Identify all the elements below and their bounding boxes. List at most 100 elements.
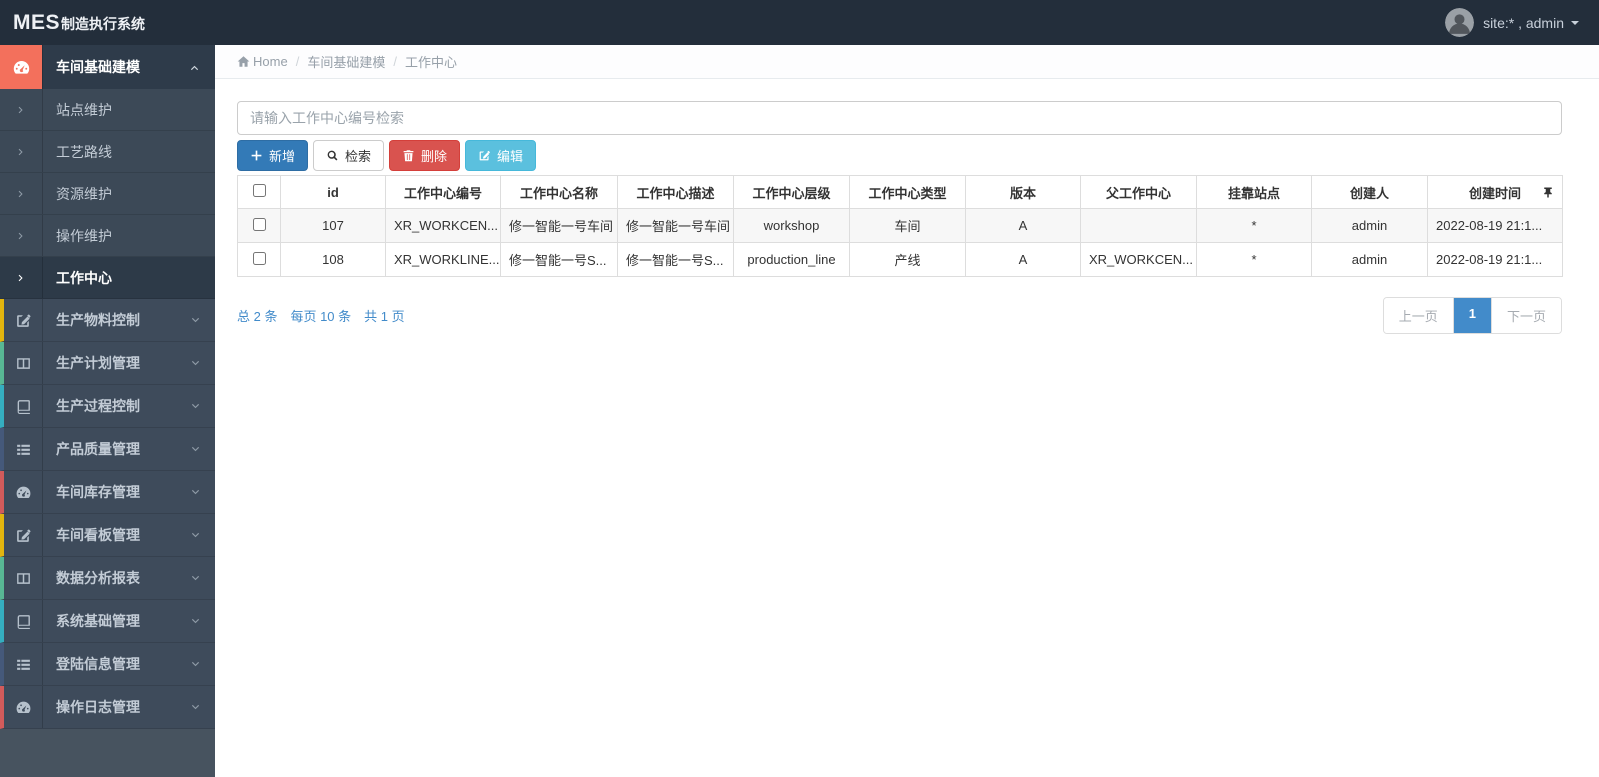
top-navbar: MES 制造执行系统 site:* , admin xyxy=(0,0,1599,45)
sidebar: 车间基础建模 站点维护工艺路线资源维护 操作维护 工作中心 生产物料控制 生产计划管理… xyxy=(0,45,215,777)
sidebar-sections: 生产物料控制 生产计划管理生产过程控制产品质量管理 车间库存管理 车间看板管理 数据分析… xyxy=(0,299,215,729)
add-button[interactable]: 新增 xyxy=(237,140,309,171)
column-header-10[interactable]: 创建时间 xyxy=(1427,175,1563,209)
table-row[interactable]: 107 XR_WORKCEN... 修一智能一号车间 修一智能一号车间 workshop… xyxy=(237,208,1563,243)
cell-版本: A xyxy=(965,242,1081,277)
sidebar-section-label: 操作日志管理 xyxy=(56,699,140,715)
cell-工作中心类型: 产线 xyxy=(849,242,966,277)
cell-id: 108 xyxy=(280,242,386,277)
caret-down-icon xyxy=(1571,20,1579,25)
list-icon xyxy=(4,656,42,673)
column-header-0[interactable]: id xyxy=(280,175,386,209)
column-header-8[interactable]: 挂靠站点 xyxy=(1196,175,1312,209)
chevron-right-icon xyxy=(0,231,42,241)
cell-创建时间: 2022-08-19 21:1... xyxy=(1427,242,1563,277)
breadcrumb-separator: / xyxy=(295,54,300,69)
sidebar-section-1[interactable]: 生产计划管理 xyxy=(0,342,215,385)
sidebar-subitem-1[interactable]: 工艺路线 xyxy=(0,131,215,173)
sidebar-section-label: 登陆信息管理 xyxy=(56,656,140,672)
sidebar-section-6[interactable]: 数据分析报表 xyxy=(0,557,215,600)
breadcrumb-work-center[interactable]: 工作中心 xyxy=(405,52,457,71)
sidebar-section-5[interactable]: 车间看板管理 xyxy=(0,514,215,557)
user-menu[interactable]: site:* , admin xyxy=(1445,8,1579,37)
cell-工作中心名称: 修一智能一号S... xyxy=(500,242,618,277)
edit-icon xyxy=(4,312,42,329)
prev-page-button[interactable]: 上一页 xyxy=(1383,298,1454,333)
edit-button[interactable]: 编辑 xyxy=(465,140,537,171)
cell-工作中心描述: 修一智能一号S... xyxy=(617,242,734,277)
sidebar-subitem-label: 工艺路线 xyxy=(56,143,112,160)
trash-icon xyxy=(403,150,414,162)
page-1-button[interactable]: 1 xyxy=(1453,298,1492,333)
summary-total[interactable]: 总 2 条 xyxy=(237,306,277,325)
cell-父工作中心 xyxy=(1080,208,1197,243)
sidebar-section-label: 车间库存管理 xyxy=(56,484,140,500)
sidebar-section-3[interactable]: 产品质量管理 xyxy=(0,428,215,471)
cell-工作中心编号: XR_WORKLINE... xyxy=(385,242,501,277)
sidebar-section-label: 系统基础管理 xyxy=(56,613,140,629)
column-header-5[interactable]: 工作中心类型 xyxy=(849,175,966,209)
chevron-down-icon xyxy=(190,530,201,541)
chevron-down-icon xyxy=(190,487,201,498)
sidebar-item-workshop-modeling[interactable]: 车间基础建模 xyxy=(0,45,215,89)
search-button-label: 检索 xyxy=(345,149,372,164)
column-header-7[interactable]: 父工作中心 xyxy=(1080,175,1197,209)
sidebar-subitem-label: 站点维护 xyxy=(56,101,112,118)
row-checkbox[interactable] xyxy=(252,251,266,265)
chevron-down-icon xyxy=(190,401,201,412)
book-icon xyxy=(4,613,42,630)
pushpin-icon[interactable] xyxy=(1542,186,1554,198)
breadcrumb-workshop-modeling[interactable]: 车间基础建模 xyxy=(307,52,385,71)
edit-button-label: 编辑 xyxy=(497,149,524,164)
column-header-6[interactable]: 版本 xyxy=(965,175,1081,209)
cell-创建人: admin xyxy=(1311,242,1428,277)
column-header-1[interactable]: 工作中心编号 xyxy=(385,175,501,209)
cell-创建时间: 2022-08-19 21:1... xyxy=(1427,208,1563,243)
user-avatar[interactable] xyxy=(1445,8,1475,37)
sidebar-section-label: 数据分析报表 xyxy=(56,570,140,586)
chevron-right-icon xyxy=(0,105,42,115)
search-input[interactable] xyxy=(237,101,1562,135)
next-page-button[interactable]: 下一页 xyxy=(1491,298,1561,333)
plus-icon xyxy=(251,150,262,161)
sidebar-section-label: 产品质量管理 xyxy=(56,441,140,457)
sidebar-section-9[interactable]: 操作日志管理 xyxy=(0,686,215,729)
cell-工作中心编号: XR_WORKCEN... xyxy=(385,208,501,243)
delete-button[interactable]: 删除 xyxy=(389,140,461,171)
columns-icon xyxy=(4,355,42,372)
table-row[interactable]: 108 XR_WORKLINE... 修一智能一号S... 修一智能一号S... pro… xyxy=(237,242,1563,277)
column-header-3[interactable]: 工作中心描述 xyxy=(617,175,734,209)
cell-工作中心类型: 车间 xyxy=(849,208,966,243)
row-checkbox[interactable] xyxy=(252,217,266,231)
column-header-2[interactable]: 工作中心名称 xyxy=(500,175,618,209)
pagination-summary: 总 2 条 每页 10 条 共 1 页 xyxy=(237,306,418,325)
chevron-right-icon xyxy=(0,147,42,157)
sidebar-section-label: 生产计划管理 xyxy=(56,355,140,371)
sidebar-section-label: 生产物料控制 xyxy=(56,312,140,328)
sidebar-section-label: 车间看板管理 xyxy=(56,527,140,543)
summary-per-page[interactable]: 每页 10 条 xyxy=(290,306,351,325)
sidebar-section-4[interactable]: 车间库存管理 xyxy=(0,471,215,514)
sidebar-subitem-0[interactable]: 站点维护 xyxy=(0,89,215,131)
search-icon xyxy=(327,150,338,161)
cell-id: 107 xyxy=(280,208,386,243)
column-header-9[interactable]: 创建人 xyxy=(1311,175,1428,209)
cell-工作中心描述: 修一智能一号车间 xyxy=(617,208,734,243)
select-all-checkbox[interactable] xyxy=(252,184,266,197)
sidebar-section-2[interactable]: 生产过程控制 xyxy=(0,385,215,428)
table-header-row: id 工作中心编号 工作中心名称 工作中心描述 工作中心层级 工作中心类型 版本 父工作中心挂… xyxy=(237,175,1563,209)
breadcrumb-home[interactable]: Home xyxy=(253,54,288,69)
sidebar-section-8[interactable]: 登陆信息管理 xyxy=(0,643,215,686)
column-header-4[interactable]: 工作中心层级 xyxy=(733,175,850,209)
cell-工作中心层级: workshop xyxy=(733,208,850,243)
sidebar-section-7[interactable]: 系统基础管理 xyxy=(0,600,215,643)
summary-page-count[interactable]: 共 1 页 xyxy=(364,306,404,325)
sidebar-subitem-3[interactable]: 操作维护 xyxy=(0,215,215,257)
gauge-icon xyxy=(0,45,42,89)
sidebar-section-0[interactable]: 生产物料控制 xyxy=(0,299,215,342)
search-button[interactable]: 检索 xyxy=(313,140,385,171)
sidebar-subitem-2[interactable]: 资源维护 xyxy=(0,173,215,215)
book-icon xyxy=(4,398,42,415)
sidebar-subitem-4[interactable]: 工作中心 xyxy=(0,257,215,299)
row-select-cell xyxy=(237,242,281,277)
